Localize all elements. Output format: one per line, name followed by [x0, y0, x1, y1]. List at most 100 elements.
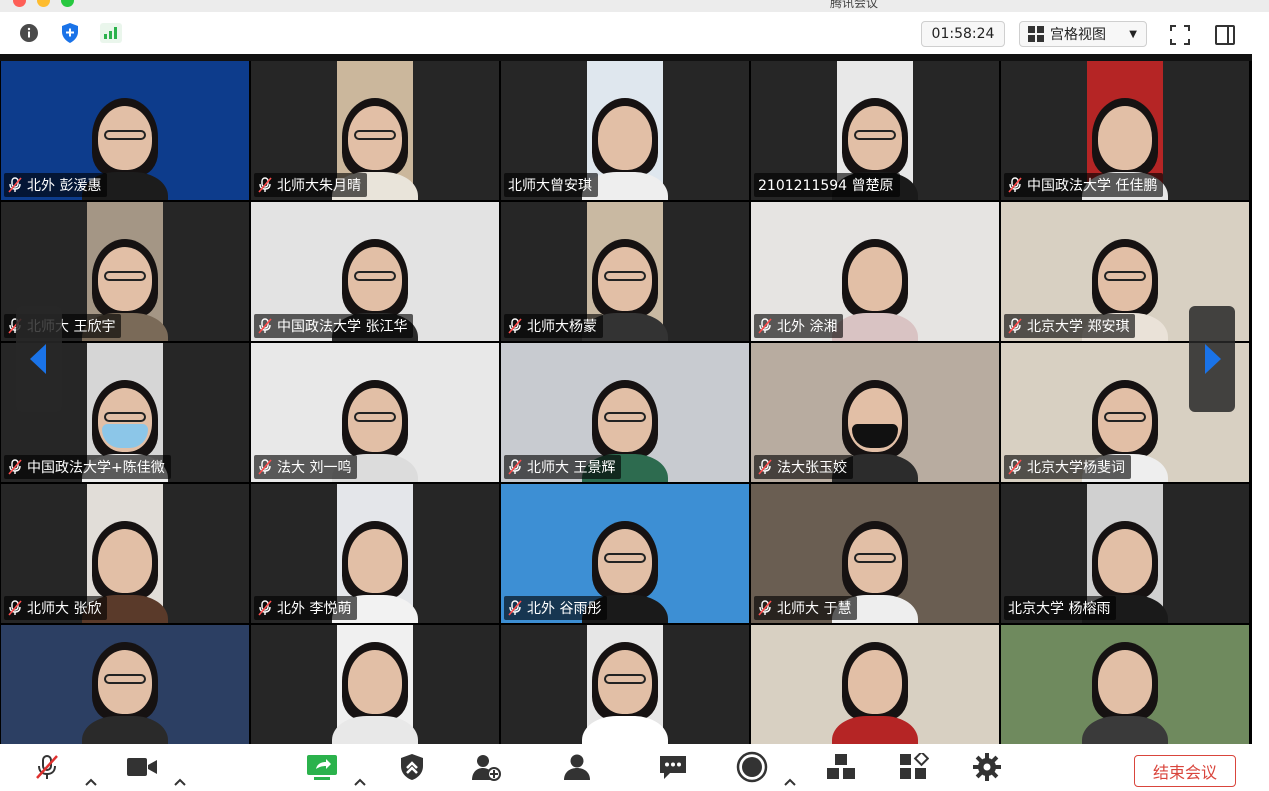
participant-name-text: 北师大 王景辉	[527, 460, 616, 476]
participant-tile[interactable]	[1001, 625, 1249, 744]
participant-name-text: 北师大 于慧	[777, 601, 852, 617]
participant-name-text: 北京大学 杨榕雨	[1008, 601, 1111, 617]
record-options-caret-icon[interactable]	[783, 772, 797, 786]
participant-name-label: 北京大学 郑安琪	[1004, 314, 1136, 338]
participant-name-label: 2101211594 曾楚原	[754, 173, 900, 197]
participant-video-figure	[1082, 640, 1168, 744]
participant-tile[interactable]: 北师大曾安琪	[501, 61, 749, 200]
participant-name-text: 法大 刘一鸣	[277, 460, 352, 476]
chevron-left-icon	[30, 344, 46, 374]
fullscreen-icon[interactable]	[1168, 23, 1192, 47]
participant-tile[interactable]: 中国政法大学 任佳鹏	[1001, 61, 1249, 200]
side-panel-icon[interactable]	[1213, 23, 1237, 47]
participant-name-text: 北京大学 郑安琪	[1027, 319, 1130, 335]
participant-name-text: 法大张玉姣	[777, 460, 847, 476]
microphone-muted-icon	[258, 459, 272, 475]
info-icon[interactable]	[18, 22, 40, 44]
participant-video-figure	[832, 640, 918, 744]
chevron-right-icon	[1205, 344, 1221, 374]
share-screen-icon[interactable]	[305, 752, 339, 782]
participant-tile[interactable]: 北外 李悦萌	[251, 484, 499, 623]
participant-tile[interactable]: 法大张玉姣	[751, 343, 999, 482]
microphone-muted-icon	[258, 318, 272, 334]
window-title: 腾讯会议	[830, 0, 879, 10]
shield-icon[interactable]	[59, 22, 81, 44]
share-options-caret-icon[interactable]	[353, 772, 367, 786]
participant-name-label: 北外 彭湲惠	[4, 173, 108, 197]
participant-tile[interactable]: 北师大 张欣	[1, 484, 249, 623]
mic-options-caret-icon[interactable]	[84, 772, 98, 786]
participant-name-label: 中国政法大学+陈佳微	[4, 455, 171, 479]
participant-tile[interactable]: 中国政法大学 张江华	[251, 202, 499, 341]
minimize-window-button[interactable]	[37, 0, 50, 7]
participant-tile[interactable]: 北师大 王景辉	[501, 343, 749, 482]
microphone-muted-icon	[508, 459, 522, 475]
signal-icon[interactable]	[100, 22, 122, 44]
bottom-toolbar: 结束会议	[0, 744, 1269, 787]
microphone-muted-icon	[258, 600, 272, 616]
participant-tile[interactable]: 2101211594 曾楚原	[751, 61, 999, 200]
participant-name-text: 中国政法大学 任佳鹏	[1027, 178, 1158, 194]
participant-tile[interactable]: 北京大学 杨榕雨	[1001, 484, 1249, 623]
participant-name-label: 北外 李悦萌	[254, 596, 358, 620]
close-window-button[interactable]	[13, 0, 26, 7]
participant-tile[interactable]: 北师大 于慧	[751, 484, 999, 623]
participant-tile[interactable]	[501, 625, 749, 744]
top-toolbar: 01:58:24 宫格视图 ▼	[0, 12, 1269, 54]
next-page-button[interactable]	[1189, 306, 1235, 412]
participant-video-figure	[332, 640, 418, 744]
participant-name-label: 北外 涂湘	[754, 314, 844, 338]
app-store-icon[interactable]	[897, 752, 931, 782]
participant-video-figure	[82, 640, 168, 744]
participants-icon[interactable]	[560, 752, 594, 782]
microphone-muted-icon	[758, 459, 772, 475]
participant-tile[interactable]: 北外 涂湘	[751, 202, 999, 341]
microphone-muted-icon	[8, 177, 22, 193]
participant-name-text: 北师大朱月晴	[277, 178, 361, 194]
participant-video-figure	[832, 237, 918, 341]
participant-name-text: 2101211594 曾楚原	[758, 178, 894, 194]
microphone-muted-icon	[758, 318, 772, 334]
participant-tile[interactable]	[751, 625, 999, 744]
participant-tile[interactable]: 法大 刘一鸣	[251, 343, 499, 482]
meeting-timer: 01:58:24	[921, 21, 1005, 47]
camera-icon[interactable]	[125, 752, 159, 782]
video-gallery: 北外 彭湲惠 北师大朱月晴 北师大曾安琪 2101211594 曾楚原 中国政法大学 任…	[0, 54, 1252, 744]
microphone-muted-icon	[1008, 318, 1022, 334]
microphone-muted-icon[interactable]	[30, 752, 64, 782]
chat-icon[interactable]	[656, 752, 690, 782]
participant-tile[interactable]	[251, 625, 499, 744]
participant-name-label: 北师大 王景辉	[504, 455, 622, 479]
maximize-window-button[interactable]	[61, 0, 74, 7]
view-mode-dropdown[interactable]: 宫格视图 ▼	[1019, 21, 1147, 47]
security-icon[interactable]	[395, 752, 429, 782]
microphone-muted-icon	[508, 600, 522, 616]
participant-tile[interactable]	[1, 625, 249, 744]
participant-name-label: 北京大学 杨榕雨	[1004, 596, 1117, 620]
end-meeting-button[interactable]: 结束会议	[1134, 755, 1236, 787]
participant-tile[interactable]: 北外 彭湲惠	[1, 61, 249, 200]
apps-icon[interactable]	[824, 752, 858, 782]
invite-icon[interactable]	[469, 752, 503, 782]
participant-tile[interactable]: 北师大朱月晴	[251, 61, 499, 200]
participant-name-text: 北外 谷雨彤	[527, 601, 602, 617]
participant-name-text: 北师大杨蒙	[527, 319, 597, 335]
participant-name-text: 北师大 张欣	[27, 601, 102, 617]
participant-name-label: 中国政法大学 张江华	[254, 314, 414, 338]
participant-name-label: 北师大 于慧	[754, 596, 858, 620]
participant-name-label: 中国政法大学 任佳鹏	[1004, 173, 1164, 197]
participant-name-text: 北外 涂湘	[777, 319, 838, 335]
participant-name-label: 北京大学杨斐词	[1004, 455, 1131, 479]
participant-name-label: 北师大朱月晴	[254, 173, 367, 197]
microphone-muted-icon	[1008, 177, 1022, 193]
participant-tile[interactable]: 北外 谷雨彤	[501, 484, 749, 623]
settings-icon[interactable]	[970, 752, 1004, 782]
participant-name-text: 北外 李悦萌	[277, 601, 352, 617]
camera-options-caret-icon[interactable]	[173, 772, 187, 786]
grid-view-icon	[1028, 26, 1044, 42]
participant-name-text: 中国政法大学 张江华	[277, 319, 408, 335]
participant-tile[interactable]: 北师大杨蒙	[501, 202, 749, 341]
previous-page-button[interactable]	[16, 306, 62, 412]
microphone-muted-icon	[1008, 459, 1022, 475]
record-icon[interactable]	[735, 751, 769, 783]
